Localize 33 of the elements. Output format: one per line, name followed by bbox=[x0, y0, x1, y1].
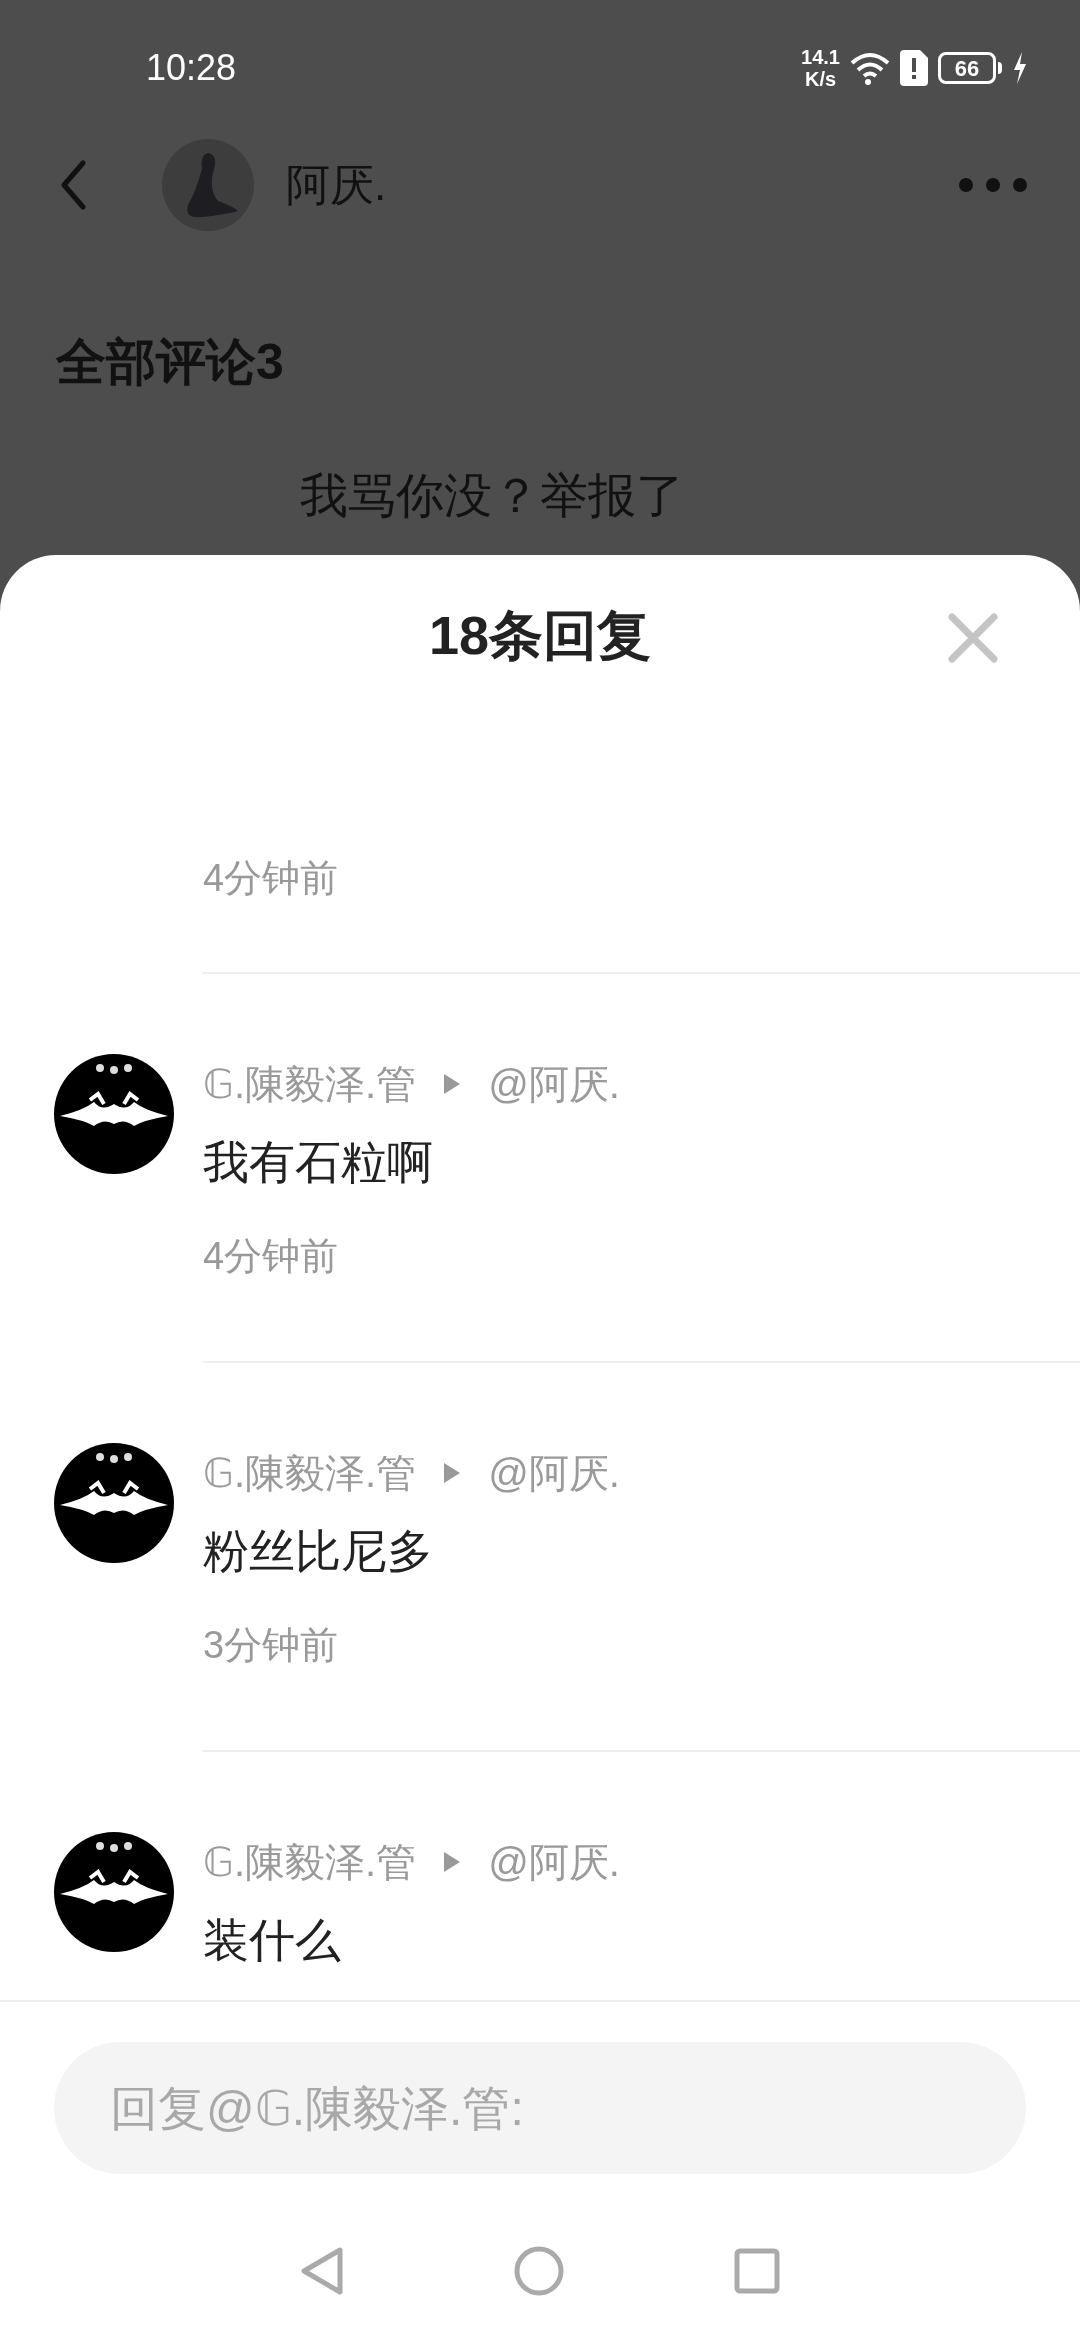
reply-author[interactable]: 𝔾.陳毅泽.管 bbox=[203, 1443, 417, 1503]
close-icon[interactable] bbox=[948, 613, 998, 663]
avatar[interactable] bbox=[54, 1054, 174, 1174]
more-icon[interactable] bbox=[958, 177, 1028, 193]
battery-icon: 66 bbox=[938, 52, 996, 84]
sheet-title: 18条回复 bbox=[428, 603, 652, 667]
reply-time: 4分钟前 bbox=[203, 1234, 340, 1279]
reply-text: 粉丝比尼多 bbox=[203, 1524, 434, 1579]
reply-input[interactable]: 回复@𝔾.陳毅泽.管: bbox=[54, 2042, 1026, 2174]
author-avatar[interactable] bbox=[162, 139, 254, 231]
home-nav-icon[interactable] bbox=[514, 2246, 564, 2296]
wifi-icon bbox=[850, 51, 890, 85]
back-nav-icon[interactable] bbox=[300, 2246, 344, 2296]
network-speed: 14.1 K/s bbox=[801, 46, 840, 90]
reply-time: 4分钟前 bbox=[203, 856, 339, 901]
reply-text: 我有石粒啊 bbox=[203, 1135, 434, 1190]
reply-author[interactable]: 𝔾.陳毅泽.管 bbox=[203, 1054, 417, 1114]
section-title: 全部评论3 bbox=[56, 334, 284, 390]
author-name[interactable]: 阿厌. bbox=[286, 152, 387, 218]
back-icon[interactable] bbox=[60, 160, 86, 210]
comment-text: 我骂你没？举报了 bbox=[300, 469, 684, 522]
avatar[interactable] bbox=[54, 1443, 174, 1563]
status-time: 10:28 bbox=[146, 46, 237, 90]
reply-time: 3分钟前 bbox=[203, 1623, 340, 1668]
reply-text: 装什么 bbox=[203, 1913, 342, 1968]
charging-icon bbox=[1012, 52, 1028, 84]
sim-alert-icon bbox=[900, 50, 928, 86]
reply-author[interactable]: 𝔾.陳毅泽.管 bbox=[203, 1832, 417, 1892]
avatar[interactable] bbox=[54, 1832, 174, 1952]
reply-target[interactable]: @阿厌. bbox=[488, 1443, 620, 1503]
reply-target[interactable]: @阿厌. bbox=[488, 1832, 620, 1892]
recents-nav-icon[interactable] bbox=[734, 2248, 780, 2294]
reply-target[interactable]: @阿厌. bbox=[488, 1054, 620, 1114]
